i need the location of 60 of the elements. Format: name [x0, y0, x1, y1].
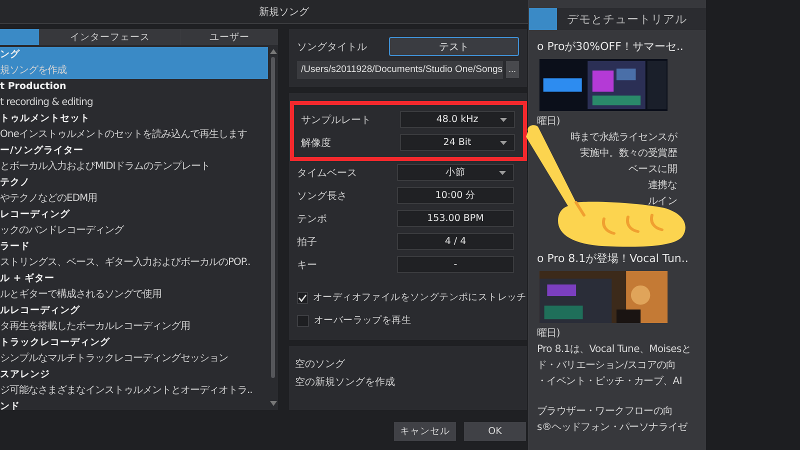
news-text: 時まで永続ライセンスが — [569, 130, 677, 145]
template-item[interactable]: スアレンジ ジ可能なさまざまなインストゥルメントとオーディオトラ.. — [0, 367, 268, 399]
dropdown[interactable]: 48.0 kHz — [400, 111, 515, 128]
dropdown[interactable]: 24 Bit — [400, 134, 515, 151]
news-text: ・イベント・ピッチ・カーブ、AI — [537, 374, 683, 389]
input-field[interactable]: 4 / 4 — [397, 233, 514, 250]
scroll-down-icon[interactable] — [270, 401, 276, 406]
field-label: ソング長さ — [297, 190, 348, 202]
field-label: サンプルレート — [301, 114, 372, 126]
dropdown[interactable]: 小節 — [397, 164, 514, 181]
news-text: 曜日) — [537, 115, 562, 129]
template-item[interactable]: ル + ギター ルとギターで構成されるソングで使用 — [0, 271, 268, 303]
news-text: ルイン — [646, 195, 677, 209]
window-title: 新規ソング — [259, 6, 309, 18]
description-text: 空の新規ソングを作成 — [295, 376, 396, 389]
input-field[interactable]: 153.00 BPM — [397, 210, 514, 227]
template-item[interactable]: ラード ストリングス、ベース、ギター入力およびボーカルのPOP.. — [0, 239, 268, 271]
cancel-button[interactable]: キャンセル — [394, 422, 456, 441]
input-field[interactable]: - — [397, 256, 514, 273]
panel-title: 空のソング — [295, 358, 346, 370]
path-field[interactable]: /Users/s2011928/Documents/Studio One/Songs — [297, 60, 503, 78]
news-text: ベースに開 — [627, 163, 677, 177]
template-item[interactable]: テクノ やテクノなどのEDM用 — [0, 175, 268, 207]
checkbox[interactable] — [297, 314, 309, 326]
ok-button[interactable]: OK — [464, 422, 526, 441]
news-headline[interactable]: o Pro 8.1が登場！Vocal Tun.. — [537, 250, 705, 268]
input-field[interactable]: 10:00 分 — [397, 187, 514, 204]
checkbox-label: オーディオファイルをソングテンポにストレッチ — [313, 291, 526, 304]
field-label: キー — [297, 258, 318, 272]
tab[interactable] — [529, 8, 557, 30]
caret-icon — [499, 171, 506, 175]
field-label: ソングタイトル — [297, 40, 368, 54]
news-text: 実施中。数々の受賞歴 — [578, 146, 677, 161]
caret-icon — [500, 141, 507, 145]
scrollbar-thumb[interactable] — [271, 57, 275, 378]
scroll-up-icon[interactable] — [270, 49, 276, 54]
checkbox-label: オーバーラップを再生 — [314, 314, 412, 327]
template-item[interactable]: t Production t recording & editing — [0, 79, 268, 111]
template-item[interactable]: トラックレコーディング シンプルなマルチトラックレコーディングセッション — [0, 335, 268, 367]
field-label: テンポ — [297, 212, 328, 226]
news-text: ド・バリエーション/スコアの向 — [537, 359, 677, 373]
field-label: タイムベース — [297, 166, 358, 180]
template-item[interactable]: ルレコーディング タ再生を搭載したボーカルレコーディング用 — [0, 303, 268, 335]
title-field[interactable]: テスト — [389, 37, 519, 56]
news-text: Pro 8.1は、Vocal Tune、Moisesと — [537, 343, 692, 357]
template-item[interactable]: トゥルメントセット Oneインストゥルメントのセットを読み込んで再生します — [0, 111, 268, 143]
news-text: ブラウザー・ワークフローの向 — [537, 404, 674, 419]
news-text: s®ヘッドフォン・パーソナライゼ — [537, 421, 689, 435]
news-headline[interactable]: o Proが30%OFF！サマーセ.. — [537, 38, 705, 56]
checkbox[interactable] — [297, 292, 308, 304]
tab[interactable] — [0, 29, 39, 45]
news-text: 曜日) — [537, 327, 562, 341]
news-text: 連携な — [646, 178, 677, 193]
field-label: 拍子 — [297, 236, 318, 248]
template-item[interactable]: ー/ソングライター とボーカル入力およびMIDIドラムのテンプレート — [0, 143, 268, 175]
caret-icon — [500, 118, 507, 122]
field-label: 解像度 — [301, 136, 332, 150]
template-item[interactable]: ンド — [0, 399, 268, 410]
browse-button[interactable]: ... — [506, 61, 519, 78]
template-item[interactable]: レコーディング ックのバンドレコーディング — [0, 207, 268, 239]
